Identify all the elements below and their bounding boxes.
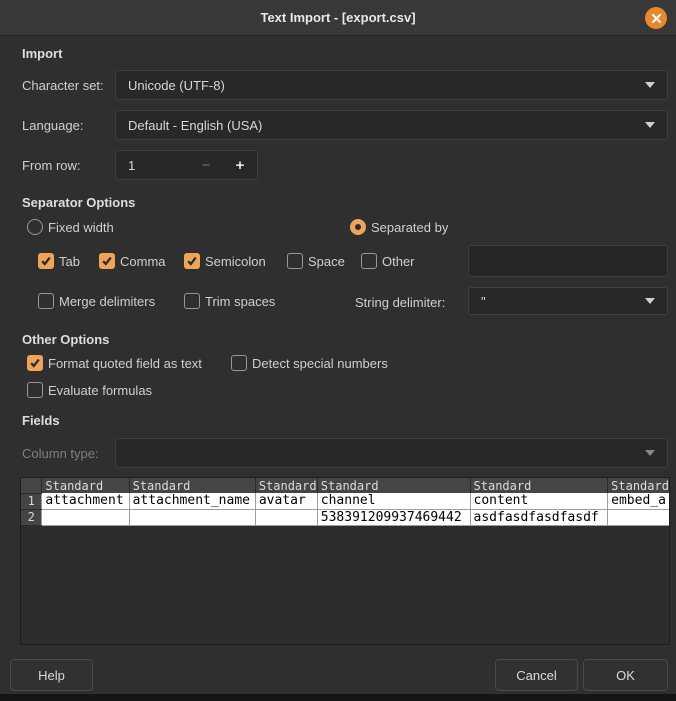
close-button[interactable] <box>645 7 667 29</box>
fixed-width-radio[interactable]: Fixed width <box>27 219 114 235</box>
row-number: 2 <box>21 509 42 525</box>
string-delimiter-dropdown[interactable]: " <box>468 287 668 315</box>
column-type-label: Column type: <box>22 446 99 461</box>
semicolon-checkbox[interactable]: Semicolon <box>184 253 266 269</box>
separated-by-label: Separated by <box>371 220 448 235</box>
fixed-width-label: Fixed width <box>48 220 114 235</box>
column-header[interactable]: Standard <box>255 478 317 493</box>
checkbox-unchecked-icon <box>287 253 303 269</box>
dialog-bottom-edge <box>0 694 676 701</box>
checkbox-checked-icon <box>184 253 200 269</box>
column-header[interactable]: Standard <box>42 478 129 493</box>
decrement-button[interactable]: − <box>189 157 223 174</box>
trim-spaces-label: Trim spaces <box>205 294 275 309</box>
cell[interactable] <box>129 509 255 525</box>
string-delimiter-value: " <box>481 294 486 309</box>
merge-delimiters-label: Merge delimiters <box>59 294 155 309</box>
text-import-dialog: Text Import - [export.csv] Import Charac… <box>0 0 676 701</box>
tab-label: Tab <box>59 254 80 269</box>
checkbox-unchecked-icon <box>38 293 54 309</box>
close-icon <box>651 13 662 24</box>
cell[interactable]: attachment <box>42 493 129 509</box>
detect-special-checkbox[interactable]: Detect special numbers <box>231 355 388 371</box>
detect-special-label: Detect special numbers <box>252 356 388 371</box>
cell[interactable] <box>255 509 317 525</box>
character-set-value: Unicode (UTF-8) <box>128 78 225 93</box>
titlebar: Text Import - [export.csv] <box>0 0 676 36</box>
column-header[interactable]: Standard <box>129 478 255 493</box>
checkbox-unchecked-icon <box>231 355 247 371</box>
space-checkbox[interactable]: Space <box>287 253 345 269</box>
character-set-dropdown[interactable]: Unicode (UTF-8) <box>115 70 668 100</box>
cell[interactable]: embed_a <box>608 493 669 509</box>
cell[interactable] <box>42 509 129 525</box>
language-dropdown[interactable]: Default - English (USA) <box>115 110 668 140</box>
column-header[interactable]: Standard <box>470 478 608 493</box>
radio-selected-icon <box>350 219 366 235</box>
row-number: 1 <box>21 493 42 509</box>
ok-button[interactable]: OK <box>583 659 668 691</box>
format-quoted-label: Format quoted field as text <box>48 356 202 371</box>
cell[interactable]: avatar <box>255 493 317 509</box>
cell[interactable]: 538391209937469442 <box>317 509 470 525</box>
import-section-title: Import <box>22 46 62 61</box>
checkbox-unchecked-icon <box>361 253 377 269</box>
table-header-row: Standard Standard Standard Standard Stan… <box>21 478 669 493</box>
string-delimiter-label: String delimiter: <box>355 295 445 310</box>
cell[interactable]: asdfasdfasdfasdf <box>470 509 608 525</box>
fields-section-title: Fields <box>22 413 60 428</box>
checkbox-unchecked-icon <box>184 293 200 309</box>
character-set-label: Character set: <box>22 78 104 93</box>
other-options-section-title: Other Options <box>22 332 109 347</box>
tab-checkbox[interactable]: Tab <box>38 253 80 269</box>
from-row-label: From row: <box>22 158 81 173</box>
cell[interactable]: channel <box>317 493 470 509</box>
chevron-down-icon <box>645 450 655 456</box>
semicolon-label: Semicolon <box>205 254 266 269</box>
table-row: 2 538391209937469442 asdfasdfasdfasdf <box>21 509 669 525</box>
chevron-down-icon <box>645 122 655 128</box>
language-label: Language: <box>22 118 83 133</box>
checkbox-checked-icon <box>38 253 54 269</box>
preview-table[interactable]: Standard Standard Standard Standard Stan… <box>20 477 670 645</box>
cell[interactable]: content <box>470 493 608 509</box>
radio-unselected-icon <box>27 219 43 235</box>
column-type-dropdown[interactable] <box>115 438 668 468</box>
format-quoted-checkbox[interactable]: Format quoted field as text <box>27 355 202 371</box>
table-row: 1 attachment attachment_name avatar chan… <box>21 493 669 509</box>
other-label: Other <box>382 254 415 269</box>
merge-delimiters-checkbox[interactable]: Merge delimiters <box>38 293 155 309</box>
comma-checkbox[interactable]: Comma <box>99 253 166 269</box>
language-value: Default - English (USA) <box>128 118 262 133</box>
evaluate-formulas-checkbox[interactable]: Evaluate formulas <box>27 382 152 398</box>
evaluate-formulas-label: Evaluate formulas <box>48 383 152 398</box>
cell[interactable]: attachment_name <box>129 493 255 509</box>
space-label: Space <box>308 254 345 269</box>
from-row-stepper[interactable]: 1 − + <box>115 150 258 180</box>
window-title: Text Import - [export.csv] <box>260 10 415 25</box>
column-header[interactable]: Standard <box>317 478 470 493</box>
chevron-down-icon <box>645 298 655 304</box>
cell[interactable] <box>608 509 669 525</box>
separated-by-radio[interactable]: Separated by <box>350 219 448 235</box>
corner-cell <box>21 478 42 493</box>
other-checkbox[interactable]: Other <box>361 253 415 269</box>
checkbox-unchecked-icon <box>27 382 43 398</box>
checkbox-checked-icon <box>27 355 43 371</box>
separator-section-title: Separator Options <box>22 195 135 210</box>
other-delimiter-input[interactable] <box>468 245 668 277</box>
help-button[interactable]: Help <box>10 659 93 691</box>
chevron-down-icon <box>645 82 655 88</box>
checkbox-checked-icon <box>99 253 115 269</box>
cancel-button[interactable]: Cancel <box>495 659 578 691</box>
column-header[interactable]: Standard <box>608 478 669 493</box>
trim-spaces-checkbox[interactable]: Trim spaces <box>184 293 275 309</box>
comma-label: Comma <box>120 254 166 269</box>
increment-button[interactable]: + <box>223 157 257 174</box>
from-row-value: 1 <box>116 158 189 173</box>
